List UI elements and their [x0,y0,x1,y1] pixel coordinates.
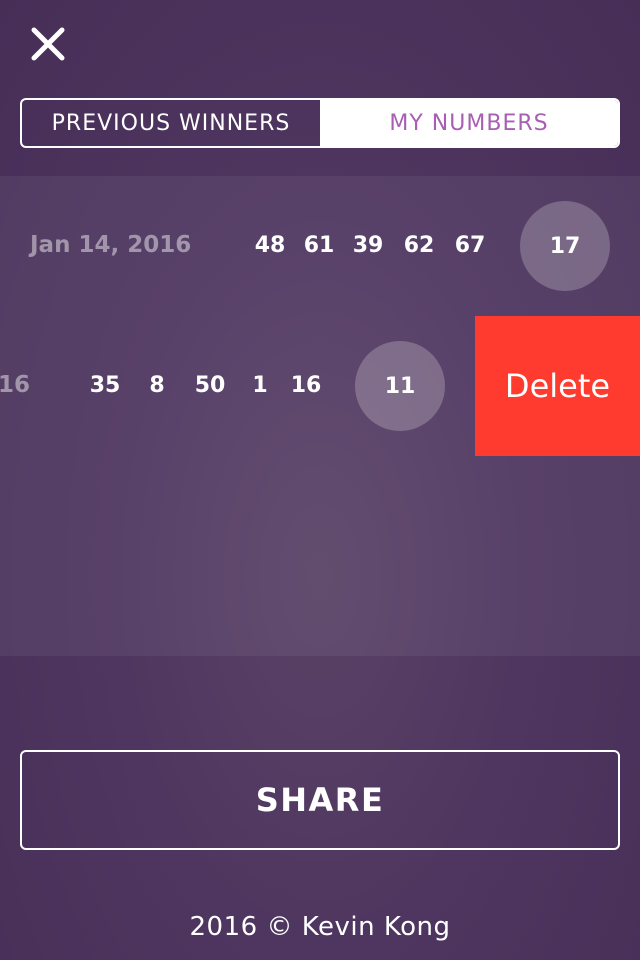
tab-my-numbers[interactable]: MY NUMBERS [320,100,618,146]
ball-number: 8 [149,373,165,398]
tab-switcher: PREVIOUS WINNERS MY NUMBERS [20,98,620,148]
share-button[interactable]: SHARE [20,750,620,850]
ball-number: 62 [403,233,435,258]
ball-number: 48 [254,233,286,258]
numbers-list: Jan 14, 2016 48 61 39 62 67 17 16 35 8 5… [0,176,640,656]
tab-previous-winners-label: PREVIOUS WINNERS [51,110,291,136]
entry-date: Jan 14, 2016 [30,232,192,258]
close-icon [26,22,70,66]
close-button[interactable] [26,22,70,66]
ball-number: 1 [252,373,268,398]
list-item[interactable]: Jan 14, 2016 48 61 39 62 67 17 [0,176,640,316]
entry-date-fragment: 16 [0,372,31,398]
delete-button-label: Delete [504,367,611,405]
power-ball-number: 17 [549,233,581,259]
power-ball: 11 [355,341,445,431]
tab-previous-winners[interactable]: PREVIOUS WINNERS [22,100,320,146]
power-ball: 17 [520,201,610,291]
ball-number: 67 [454,233,486,258]
ball-number: 61 [303,233,335,258]
ball-number: 50 [194,373,226,398]
ball-number: 16 [290,373,322,398]
tab-my-numbers-label: MY NUMBERS [389,110,549,136]
power-ball-number: 11 [384,373,416,399]
ball-number: 39 [352,233,384,258]
delete-button[interactable]: Delete [475,316,640,456]
ball-number: 35 [89,373,121,398]
share-button-label: SHARE [255,781,385,819]
footer-copyright: 2016 © Kevin Kong [189,912,451,942]
